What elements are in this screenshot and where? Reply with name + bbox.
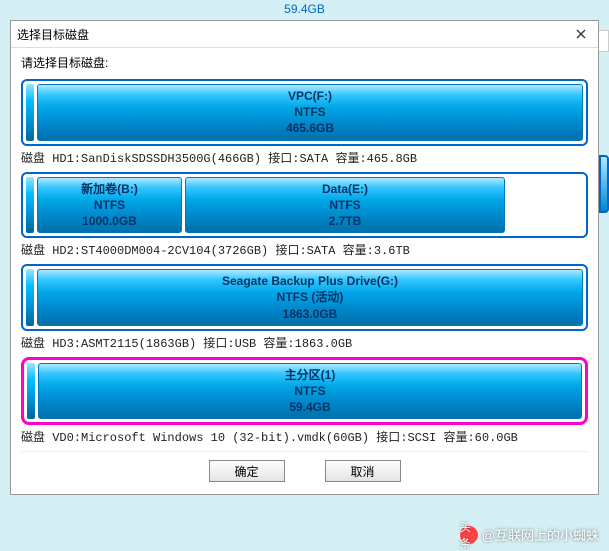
partition-fs: NTFS (329, 197, 360, 213)
cancel-button[interactable]: 取消 (325, 460, 401, 482)
watermark: 头条 @互联网上的小蜘蛛 (460, 525, 599, 544)
select-target-disk-dialog: 选择目标磁盘 请选择目标磁盘: VPC(F:)NTFS465.6GB磁盘 HD1… (10, 20, 599, 495)
disk-info: 磁盘 HD1:SanDiskSDSSDH3500G(466GB) 接口:SATA… (21, 149, 588, 166)
dialog-content: 请选择目标磁盘: VPC(F:)NTFS465.6GB磁盘 HD1:SanDis… (11, 48, 598, 494)
instruction-text: 请选择目标磁盘: (21, 54, 588, 71)
partition[interactable]: 主分区(1)NTFS59.4GB (38, 363, 582, 420)
page-top-title: 59.4GB (0, 0, 609, 18)
disk-info: 磁盘 HD3:ASMT2115(1863GB) 接口:USB 容量:1863.0… (21, 334, 588, 351)
disk-bar[interactable]: Seagate Backup Plus Drive(G:)NTFS (活动)18… (21, 264, 588, 331)
disk-list: VPC(F:)NTFS465.6GB磁盘 HD1:SanDiskSDSSDH35… (21, 79, 588, 445)
partition[interactable]: Data(E:)NTFS2.7TB (185, 177, 505, 234)
close-button[interactable] (570, 25, 592, 43)
partition-name: VPC(F:) (288, 88, 332, 104)
watermark-icon: 头条 (460, 526, 478, 544)
disk-header-strip (26, 84, 34, 141)
button-bar: 确定 取消 (21, 451, 588, 486)
background-partition-peek (599, 155, 609, 213)
partition-size: 465.6GB (286, 120, 334, 136)
disk-header-strip (26, 177, 34, 234)
partition-fs: NTFS (294, 383, 325, 399)
partition-size: 59.4GB (289, 399, 330, 415)
disk-group: Seagate Backup Plus Drive(G:)NTFS (活动)18… (21, 264, 588, 351)
close-icon (576, 29, 586, 39)
partition-name: 主分区(1) (285, 367, 336, 383)
disk-header-strip (26, 269, 34, 326)
disk-group: 新加卷(B:)NTFS1000.0GBData(E:)NTFS2.7TB磁盘 H… (21, 172, 588, 259)
partition-name: Data(E:) (322, 181, 368, 197)
disk-bar[interactable]: 主分区(1)NTFS59.4GB (21, 357, 588, 426)
disk-group: VPC(F:)NTFS465.6GB 磁盘 HD1:SanDiskSDSSDH35… (21, 79, 588, 166)
disk-bar[interactable]: VPC(F:)NTFS465.6GB (21, 79, 588, 146)
partition[interactable]: VPC(F:)NTFS465.6GB (37, 84, 583, 141)
disk-bar[interactable]: 新加卷(B:)NTFS1000.0GBData(E:)NTFS2.7TB (21, 172, 588, 239)
dialog-title: 选择目标磁盘 (17, 26, 89, 43)
disk-group: 主分区(1)NTFS59.4GB 磁盘 VD0:Microsoft Windows… (21, 357, 588, 446)
disk-header-strip (27, 363, 35, 420)
partition-size: 2.7TB (329, 213, 362, 229)
partition-fs: NTFS (294, 104, 325, 120)
partition-fs: NTFS (活动) (277, 289, 344, 305)
partition-name: 新加卷(B:) (81, 181, 138, 197)
partition-name: Seagate Backup Plus Drive(G:) (222, 273, 398, 289)
watermark-text: @互联网上的小蜘蛛 (482, 525, 599, 544)
partition-size: 1863.0GB (283, 306, 338, 322)
partition[interactable]: 新加卷(B:)NTFS1000.0GB (37, 177, 182, 234)
disk-info: 磁盘 VD0:Microsoft Windows 10 (32-bit).vmd… (21, 428, 588, 445)
ok-button[interactable]: 确定 (209, 460, 285, 482)
partition-size: 1000.0GB (82, 213, 137, 229)
dialog-titlebar: 选择目标磁盘 (11, 21, 598, 48)
partition-fs: NTFS (94, 197, 125, 213)
partition[interactable]: Seagate Backup Plus Drive(G:)NTFS (活动)18… (37, 269, 583, 326)
disk-info: 磁盘 HD2:ST4000DM004-2CV104(3726GB) 接口:SAT… (21, 241, 588, 258)
